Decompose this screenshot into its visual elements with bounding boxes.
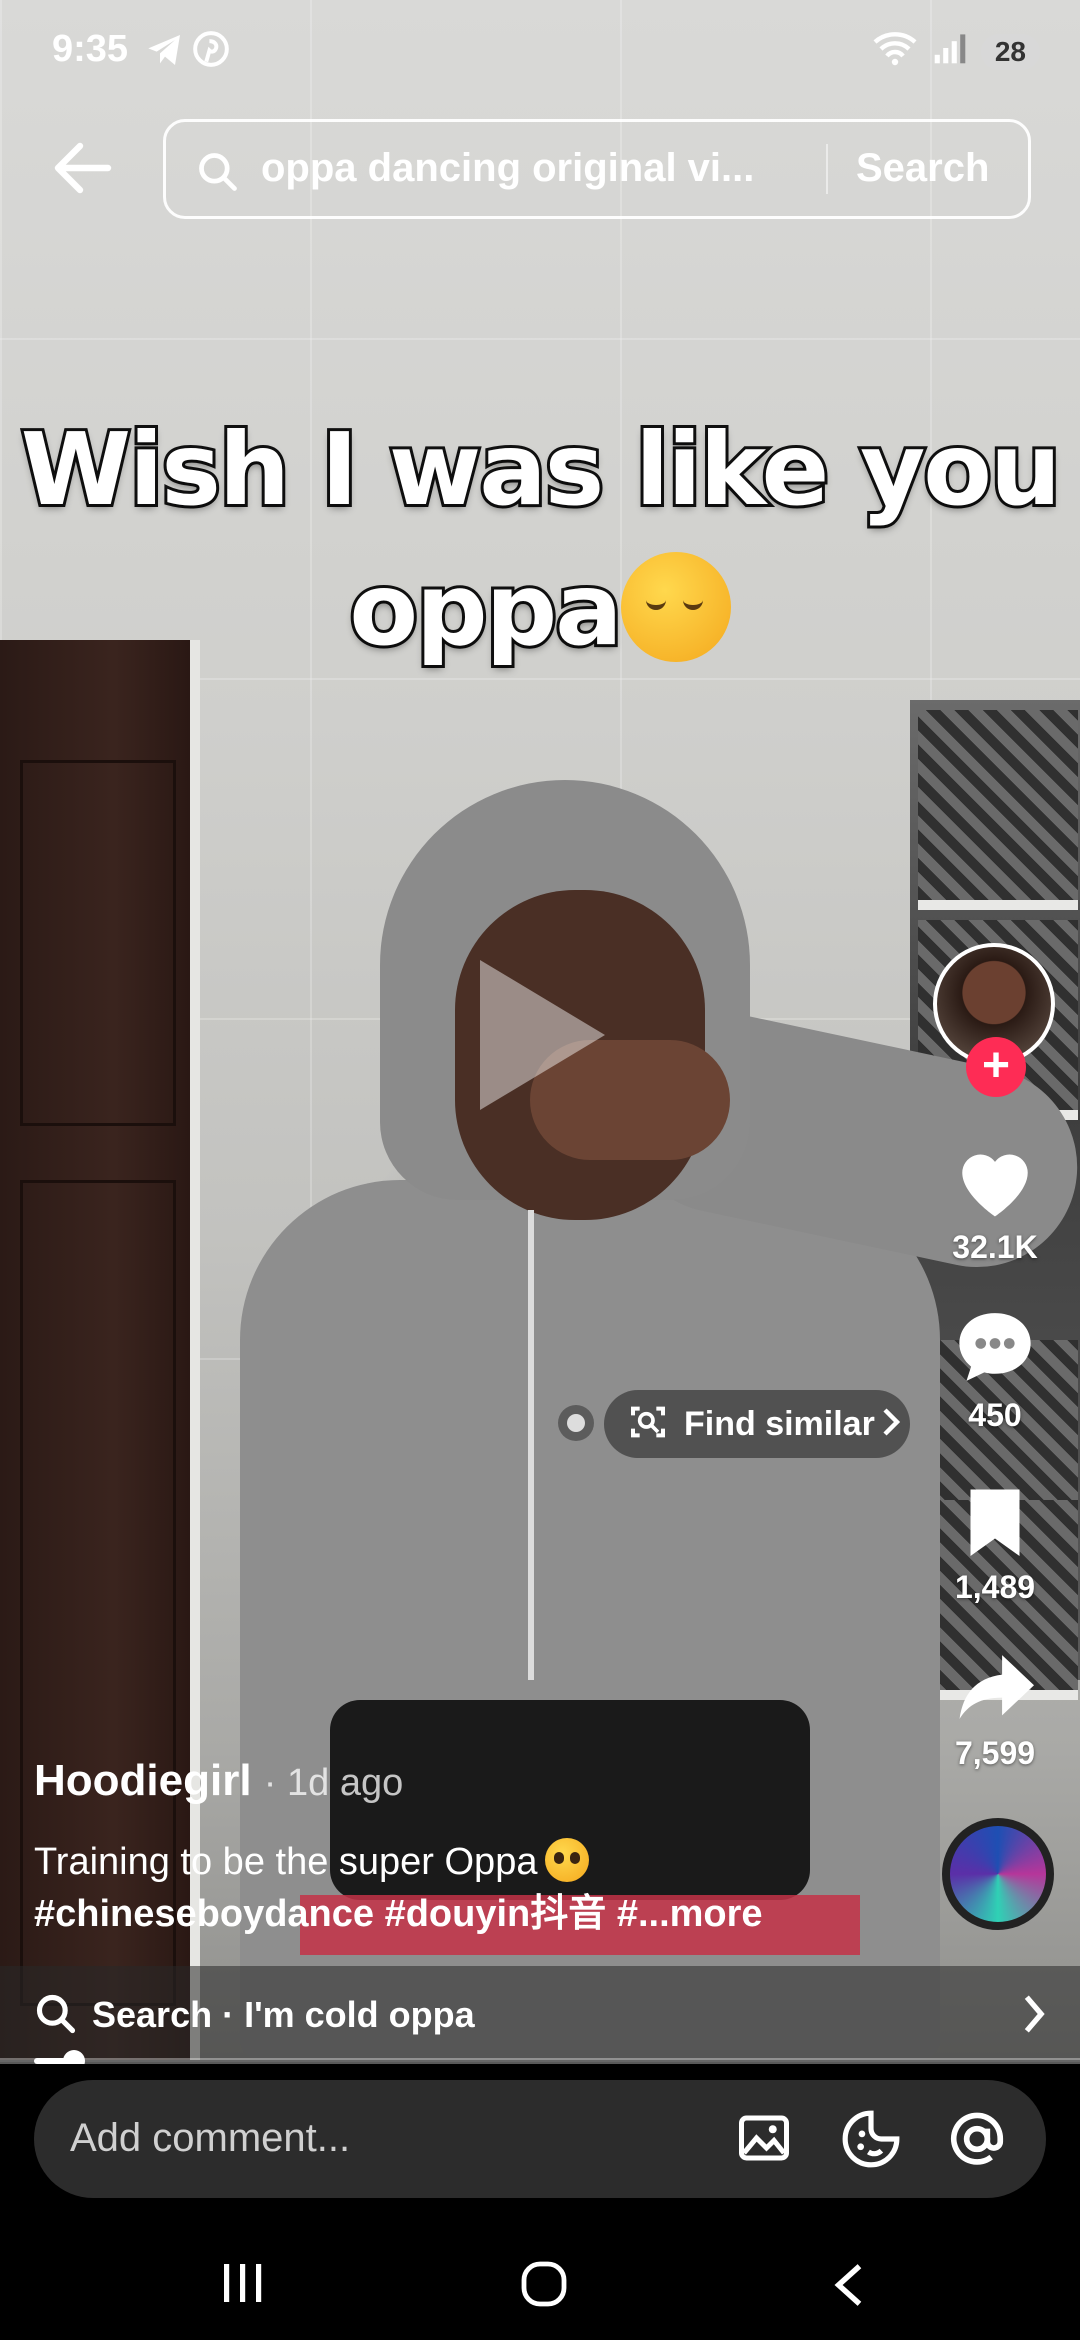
find-similar-label: Find similar — [684, 1404, 875, 1443]
heart-icon — [962, 1154, 1028, 1217]
mention-icon[interactable] — [946, 2108, 1008, 2175]
find-similar-button[interactable]: Find similar — [604, 1390, 910, 1458]
pleading-face-icon — [545, 1838, 590, 1882]
share-count: 7,599 — [954, 1735, 1036, 1771]
like-count: 32.1K — [952, 1229, 1038, 1265]
comment-input[interactable]: Add comment... — [34, 2080, 1046, 2198]
hashtags[interactable]: #chineseboydance #douyin抖音 #...more — [34, 1893, 763, 1935]
pinterest-icon — [192, 30, 230, 78]
scan-icon — [628, 1402, 668, 1447]
pensive-face-icon — [620, 552, 731, 662]
signal-icon — [933, 31, 967, 73]
back-arrow-icon — [54, 142, 112, 194]
search-icon — [34, 1992, 78, 2041]
chevron-right-icon — [881, 1407, 901, 1441]
author-name[interactable]: Hoodiegirl — [34, 1756, 252, 1805]
telegram-icon — [145, 30, 185, 80]
music-disc-icon[interactable] — [942, 1818, 1054, 1930]
comment-placeholder: Add comment... — [70, 2116, 351, 2160]
back-nav-icon[interactable] — [832, 2262, 866, 2313]
caption-line-1: Wish I was like you — [18, 408, 1064, 531]
chevron-right-icon — [1022, 1994, 1046, 2039]
follow-button[interactable]: + — [966, 1037, 1026, 1097]
post-time-ago: · 1d ago — [263, 1762, 404, 1804]
home-icon[interactable] — [520, 2260, 568, 2313]
related-search-text: Search · I'm cold oppa — [92, 1994, 475, 2035]
comment-bubble-icon — [959, 1313, 1031, 1381]
video-caption: Wish I was like you oppa — [0, 400, 1080, 680]
post-author-line: Hoodiegirl · 1d ago — [34, 1756, 403, 1806]
search-icon — [196, 150, 240, 199]
video-screen: 9:35 28 oppa dancing original vi... Sear… — [0, 0, 1080, 2340]
status-time: 9:35 — [52, 28, 129, 70]
related-search-bar[interactable]: Search · I'm cold oppa — [0, 1966, 1080, 2062]
save-count: 1,489 — [954, 1569, 1036, 1605]
post-description[interactable]: Training to be the super Oppa #chinesebo… — [34, 1836, 894, 1940]
hoodie-zipper — [528, 1210, 534, 1680]
record-dot — [558, 1405, 594, 1441]
wifi-icon — [871, 30, 919, 74]
sticker-icon[interactable] — [840, 2108, 902, 2175]
search-button[interactable]: Search — [856, 146, 989, 191]
status-bar: 9:35 28 — [0, 0, 1080, 110]
system-nav-bar — [0, 2210, 1080, 2340]
caption-line-2-text: oppa — [346, 548, 625, 671]
play-icon[interactable] — [480, 960, 605, 1110]
back-button[interactable] — [52, 140, 122, 200]
share-button[interactable]: 7,599 — [940, 1648, 1050, 1772]
comment-button[interactable]: 450 — [940, 1306, 1050, 1434]
bookmark-icon — [970, 1489, 1020, 1556]
search-box[interactable]: oppa dancing original vi... Search — [163, 119, 1031, 219]
description-text: Training to be the super Oppa — [34, 1841, 538, 1883]
share-arrow-icon — [959, 1655, 1034, 1719]
battery-indicator: 28 — [980, 34, 1040, 70]
like-button[interactable]: 32.1K — [940, 1140, 1050, 1266]
search-query[interactable]: oppa dancing original vi... — [261, 146, 781, 191]
status-right: 28 — [871, 30, 1040, 74]
recent-apps-icon[interactable] — [218, 2260, 268, 2311]
save-button[interactable]: 1,489 — [940, 1482, 1050, 1606]
caption-line-2: oppa — [0, 540, 1080, 680]
search-divider — [826, 144, 828, 194]
comment-count: 450 — [968, 1397, 1022, 1433]
image-icon[interactable] — [734, 2108, 794, 2173]
